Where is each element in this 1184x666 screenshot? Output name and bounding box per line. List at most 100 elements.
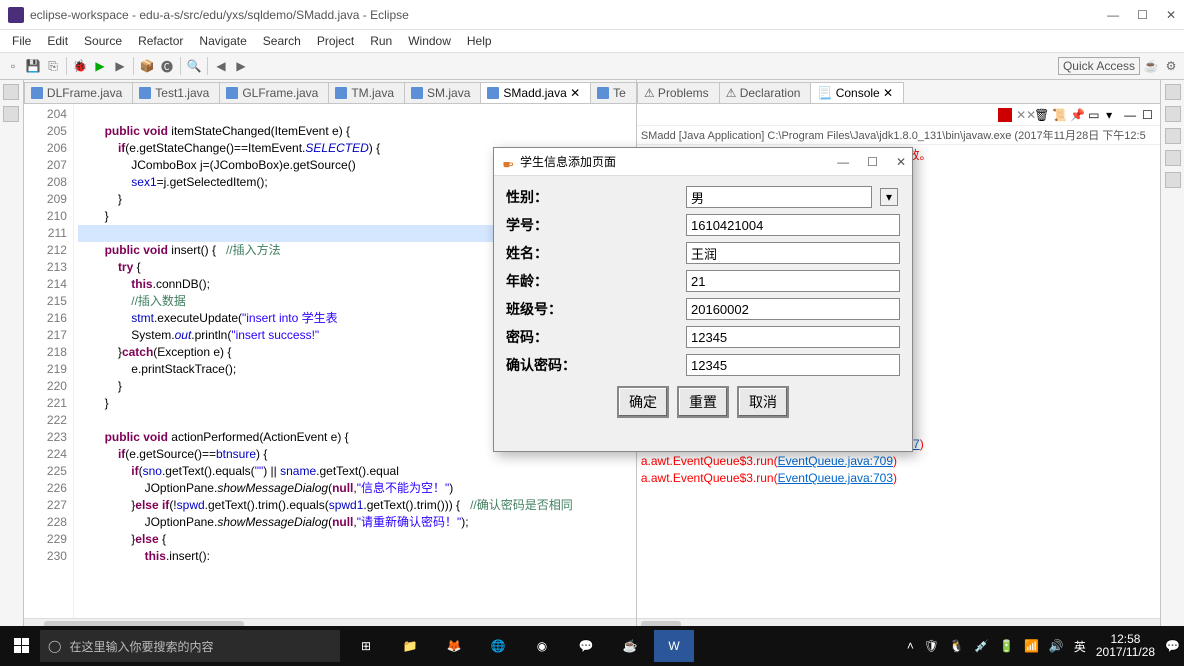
dialog-close-button[interactable]: ✕ xyxy=(896,155,906,169)
tray-chevron-icon[interactable]: ˄ xyxy=(907,639,914,653)
maximize-button[interactable]: ☐ xyxy=(1137,8,1148,22)
class-input[interactable] xyxy=(686,298,900,320)
markers-icon[interactable] xyxy=(1165,150,1181,166)
open-type-icon[interactable]: 🔍 xyxy=(185,57,203,75)
editor-tab[interactable]: TM.java xyxy=(328,82,405,103)
outline-icon[interactable] xyxy=(1165,84,1181,100)
remove-all-icon[interactable]: ✕✕ xyxy=(1016,108,1030,122)
terminate-icon[interactable] xyxy=(998,108,1012,122)
age-label: 年龄： xyxy=(506,271,686,291)
dialog-titlebar[interactable]: 学生信息添加页面 — ☐ ✕ xyxy=(494,148,912,176)
close-button[interactable]: ✕ xyxy=(1166,8,1176,22)
menu-project[interactable]: Project xyxy=(311,32,360,50)
new-package-icon[interactable]: 📦 xyxy=(138,57,156,75)
sno-label: 学号： xyxy=(506,215,686,235)
bookmarks-icon[interactable] xyxy=(1165,128,1181,144)
student-add-dialog: 学生信息添加页面 — ☐ ✕ 性别： ▾ 学号： 姓名： 年龄： 班级号： 密码… xyxy=(493,147,913,452)
class-label: 班级号： xyxy=(506,299,686,319)
dropdown-arrow-icon[interactable]: ▾ xyxy=(880,188,898,206)
open-console-icon[interactable]: ▾ xyxy=(1106,108,1120,122)
name-input[interactable] xyxy=(686,242,900,264)
menu-navigate[interactable]: Navigate xyxy=(193,32,252,50)
menu-run[interactable]: Run xyxy=(364,32,398,50)
quick-access[interactable]: Quick Access xyxy=(1058,57,1140,75)
coverage-icon[interactable]: ▶ xyxy=(111,57,129,75)
editor-tab[interactable]: Test1.java xyxy=(132,82,220,103)
pwd-input[interactable] xyxy=(686,326,900,348)
notifications-icon[interactable]: 💬 xyxy=(1165,639,1180,653)
forward-icon[interactable]: ▶ xyxy=(232,57,250,75)
clock-date: 2017/11/28 xyxy=(1096,646,1155,659)
properties-icon[interactable] xyxy=(1165,172,1181,188)
back-icon[interactable]: ◀ xyxy=(212,57,230,75)
maximize-view-icon[interactable]: ☐ xyxy=(1142,108,1156,122)
menu-help[interactable]: Help xyxy=(461,32,498,50)
ime-icon[interactable]: 英 xyxy=(1074,638,1086,655)
menu-bar: File Edit Source Refactor Navigate Searc… xyxy=(0,30,1184,52)
minimize-button[interactable]: — xyxy=(1107,8,1119,22)
editor-tab[interactable]: SMadd.java ✕ xyxy=(480,82,591,103)
word-icon[interactable]: W xyxy=(654,630,694,662)
perspective-java-icon[interactable]: ☕ xyxy=(1142,57,1160,75)
qq-icon[interactable]: 🐧 xyxy=(949,639,964,653)
save-all-icon[interactable]: ⎘ xyxy=(44,57,62,75)
age-input[interactable] xyxy=(686,270,900,292)
line-gutter: 2042052062072082092102112122132142152162… xyxy=(24,104,74,618)
volume-icon[interactable]: 🔊 xyxy=(1049,639,1064,653)
menu-edit[interactable]: Edit xyxy=(41,32,74,50)
task-view-icon[interactable]: ⊞ xyxy=(346,630,386,662)
console-tab[interactable]: ⚠ Problems xyxy=(637,82,720,103)
chrome-icon[interactable]: 🌐 xyxy=(478,630,518,662)
shield-icon[interactable]: 🛡 xyxy=(924,639,939,653)
wechat-icon[interactable]: 💬 xyxy=(566,630,606,662)
taskbar-search[interactable]: ◯ 在这里输入你要搜索的内容 xyxy=(40,630,340,662)
java-app-icon[interactable]: ☕ xyxy=(610,630,650,662)
new-icon[interactable]: ▫ xyxy=(4,57,22,75)
clear-icon[interactable]: 🗑 xyxy=(1034,108,1048,122)
console-tab[interactable]: ⚠ Declaration xyxy=(719,82,812,103)
save-icon[interactable]: 💾 xyxy=(24,57,42,75)
navigator-icon[interactable] xyxy=(3,106,19,122)
perspective-debug-icon[interactable]: ⚙ xyxy=(1162,57,1180,75)
editor-tab[interactable]: DLFrame.java xyxy=(24,82,133,103)
cancel-button[interactable]: 取消 xyxy=(737,386,789,418)
console-tab[interactable]: 📃 Console ✕ xyxy=(810,82,904,103)
pwd-label: 密码： xyxy=(506,327,686,347)
window-titlebar: eclipse-workspace - edu-a-s/src/edu/yxs/… xyxy=(0,0,1184,30)
battery-icon[interactable]: 🔋 xyxy=(999,639,1014,653)
dialog-minimize-button[interactable]: — xyxy=(837,155,849,169)
pin-icon[interactable]: 📌 xyxy=(1070,108,1084,122)
minimize-view-icon[interactable]: — xyxy=(1124,108,1138,122)
sno-input[interactable] xyxy=(686,214,900,236)
ok-button[interactable]: 确定 xyxy=(617,386,669,418)
debug-icon[interactable]: 🐞 xyxy=(71,57,89,75)
package-explorer-icon[interactable] xyxy=(3,84,19,100)
menu-source[interactable]: Source xyxy=(78,32,128,50)
editor-tab[interactable]: SM.java xyxy=(404,82,481,103)
cortana-icon: ◯ xyxy=(48,639,61,653)
file-explorer-icon[interactable]: 📁 xyxy=(390,630,430,662)
new-class-icon[interactable]: 🅒 xyxy=(158,57,176,75)
menu-window[interactable]: Window xyxy=(402,32,457,50)
console-header: SMadd [Java Application] C:\Program File… xyxy=(637,126,1160,145)
system-tray[interactable]: ˄ 🛡 🐧 💉 🔋 📶 🔊 英 12:58 2017/11/28 💬 xyxy=(907,633,1180,659)
dialog-maximize-button[interactable]: ☐ xyxy=(867,155,878,169)
java-cup-icon xyxy=(500,155,514,169)
eclipse-task-icon[interactable]: ◉ xyxy=(522,630,562,662)
editor-tab[interactable]: GLFrame.java xyxy=(219,82,329,103)
menu-search[interactable]: Search xyxy=(257,32,307,50)
scroll-lock-icon[interactable]: 📜 xyxy=(1052,108,1066,122)
menu-file[interactable]: File xyxy=(6,32,37,50)
editor-tab[interactable]: Te xyxy=(590,82,636,103)
start-button[interactable] xyxy=(4,630,40,662)
reset-button[interactable]: 重置 xyxy=(677,386,729,418)
wifi-icon[interactable]: 📶 xyxy=(1024,639,1039,653)
av-icon[interactable]: 💉 xyxy=(974,639,989,653)
menu-refactor[interactable]: Refactor xyxy=(132,32,189,50)
gender-select[interactable] xyxy=(686,186,872,208)
task-list-icon[interactable] xyxy=(1165,106,1181,122)
pwd2-input[interactable] xyxy=(686,354,900,376)
browser-icon[interactable]: 🦊 xyxy=(434,630,474,662)
display-icon[interactable]: ▭ xyxy=(1088,108,1102,122)
run-icon[interactable]: ▶ xyxy=(91,57,109,75)
